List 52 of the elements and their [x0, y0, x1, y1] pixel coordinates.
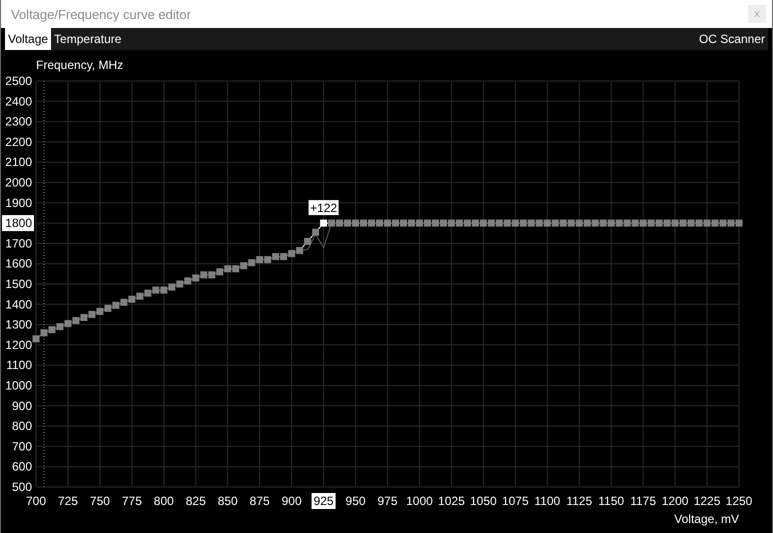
y-tick-label: 1000: [5, 378, 32, 392]
x-tick-label: 775: [122, 494, 142, 508]
x-tick-label: 900: [282, 494, 302, 508]
highlighted-tick-label: 1800: [2, 215, 34, 232]
y-tick-label: 1300: [5, 318, 32, 332]
y-tick-label: 2400: [5, 94, 32, 108]
y-tick-label: 1100: [6, 358, 32, 372]
y-tick-label: 800: [12, 419, 32, 434]
tab[interactable]: Voltage: [5, 28, 52, 50]
highlighted-tick-label: 925: [312, 493, 336, 509]
x-tick-label: 700: [26, 494, 46, 508]
x-tick-label: 1050: [470, 494, 497, 508]
y-tick-label: 2200: [5, 134, 32, 149]
y-tick-label: 2500: [5, 74, 32, 88]
x-tick-label: 825: [186, 494, 206, 508]
x-tick-label: 1250: [726, 494, 752, 508]
y-tick-label: 2300: [5, 114, 32, 129]
x-tick-label: 1000: [406, 494, 433, 508]
x-tick-label: 1025: [438, 494, 465, 508]
y-tick-label: 1500: [5, 277, 32, 291]
y-tick-label: 1400: [5, 297, 32, 312]
y-axis-title: Frequency, MHz: [36, 58, 124, 72]
y-tick-label: 700: [12, 439, 32, 454]
y-tick-label: 1800: [5, 216, 32, 230]
x-tick-label: 950: [346, 494, 366, 508]
y-tick-label: 1600: [5, 256, 32, 271]
y-tick-label: 1200: [5, 338, 32, 352]
x-tick-label: 750: [90, 494, 110, 508]
x-tick-label: 1175: [630, 494, 656, 508]
x-tick-label: 1225: [694, 494, 720, 508]
y-tick-label: 500: [12, 480, 32, 494]
x-axis-title: Voltage, mV: [674, 512, 739, 526]
x-tick-label: 1125: [566, 494, 592, 508]
x-tick-label: 875: [250, 494, 270, 508]
y-tick-label: 1700: [5, 236, 32, 250]
x-tick-label: 1150: [598, 494, 624, 508]
offset-label: +122: [308, 200, 339, 216]
tab[interactable]: Temperature: [51, 28, 124, 50]
y-tick-label: 1900: [5, 196, 32, 210]
x-tick-label: 975: [377, 494, 398, 508]
y-tick-label: 600: [12, 460, 32, 474]
window-title: Voltage/Frequency curve editor: [11, 6, 191, 22]
x-tick-label: 725: [58, 494, 78, 508]
oc-scanner-tab[interactable]: OC Scanner: [696, 28, 768, 50]
x-tick-label: 800: [154, 494, 174, 508]
x-tick-label: 1100: [534, 494, 560, 508]
x-tick-label: 850: [218, 494, 238, 508]
x-tick-label: 1075: [502, 494, 529, 508]
y-tick-label: 2100: [5, 155, 32, 170]
y-tick-label: 2000: [5, 176, 32, 190]
x-tick-label: 1200: [662, 494, 688, 508]
y-tick-label: 900: [12, 398, 32, 413]
